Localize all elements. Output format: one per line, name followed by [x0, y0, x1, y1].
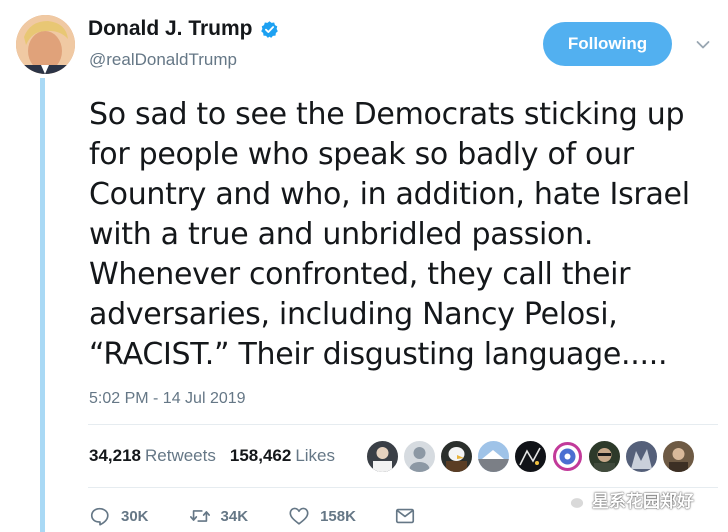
tweet-line: So sad to see the Democrats sticking up — [89, 97, 685, 132]
retweets-count[interactable]: 34,218 — [89, 446, 141, 466]
chevron-down-icon[interactable] — [696, 40, 710, 50]
watermark: 星系花园郑好 — [560, 487, 694, 512]
wechat-icon — [560, 489, 585, 510]
tweet-stats: 34,218 Retweets 158,462 Likes — [89, 446, 335, 466]
author-handle[interactable]: @realDonaldTrump — [89, 50, 237, 70]
retweet-button[interactable]: 34K — [189, 505, 249, 527]
direct-message-button[interactable] — [394, 505, 416, 527]
reply-count: 30K — [121, 507, 149, 525]
tweet-timestamp[interactable]: 5:02 PM - 14 Jul 2019 — [89, 390, 246, 408]
liker-avatar-image — [478, 450, 509, 472]
divider — [88, 424, 718, 425]
liker-avatar[interactable] — [366, 440, 399, 473]
retweet-icon — [189, 510, 210, 522]
tweet-line: Country and who, in addition, hate Israe… — [89, 177, 690, 212]
liker-avatar-image — [373, 447, 392, 472]
liker-avatars — [366, 440, 699, 473]
likes-label[interactable]: Likes — [295, 446, 335, 466]
author-display-name[interactable]: Donald J. Trump — [88, 17, 253, 41]
liker-avatar-image — [409, 447, 430, 472]
liker-avatar-image — [519, 447, 541, 466]
envelope-icon — [395, 508, 414, 524]
following-button[interactable]: Following — [543, 22, 672, 66]
liker-avatar-image — [631, 449, 652, 469]
reply-icon — [90, 507, 109, 526]
avatar-image — [16, 15, 75, 74]
tweet-line: for people who speak so badly of our — [89, 137, 634, 172]
author-name-row: Donald J. Trump — [88, 17, 279, 41]
like-button[interactable]: 158K — [288, 505, 356, 527]
heart-icon — [289, 507, 309, 525]
liker-avatar[interactable] — [440, 440, 473, 473]
tweet-line: adversaries, including Nancy Pelosi, — [89, 297, 618, 332]
tweet-line: with a true and unbridled passion. — [89, 217, 594, 252]
liker-avatar-image — [553, 442, 582, 471]
tweet-line: “RACIST.” Their disgusting language..... — [89, 337, 668, 372]
tweet-actions: 30K 34K 158K — [89, 505, 416, 527]
like-count: 158K — [320, 507, 356, 525]
liker-avatar[interactable] — [588, 440, 621, 473]
tweet-text: So sad to see the Democrats sticking up … — [89, 95, 719, 375]
avatar[interactable] — [16, 15, 75, 74]
likes-count[interactable]: 158,462 — [230, 446, 291, 466]
liker-avatar[interactable] — [403, 440, 436, 473]
liker-avatar[interactable] — [625, 440, 658, 473]
liker-avatar-image — [446, 447, 467, 472]
liker-avatar[interactable] — [514, 440, 547, 473]
liker-avatar[interactable] — [662, 440, 695, 473]
liker-avatar-image — [594, 448, 615, 472]
liker-avatar[interactable] — [477, 440, 510, 473]
verified-badge-icon — [260, 20, 278, 38]
liker-avatar[interactable] — [551, 440, 584, 473]
thread-line — [40, 78, 45, 532]
liker-avatar-image — [669, 448, 688, 472]
retweet-count: 34K — [220, 507, 249, 525]
watermark-text: 星系花园郑好 — [592, 492, 694, 512]
tweet-line: Whenever confronted, they call their — [89, 257, 631, 292]
reply-button[interactable]: 30K — [89, 505, 149, 527]
retweets-label[interactable]: Retweets — [145, 446, 216, 466]
